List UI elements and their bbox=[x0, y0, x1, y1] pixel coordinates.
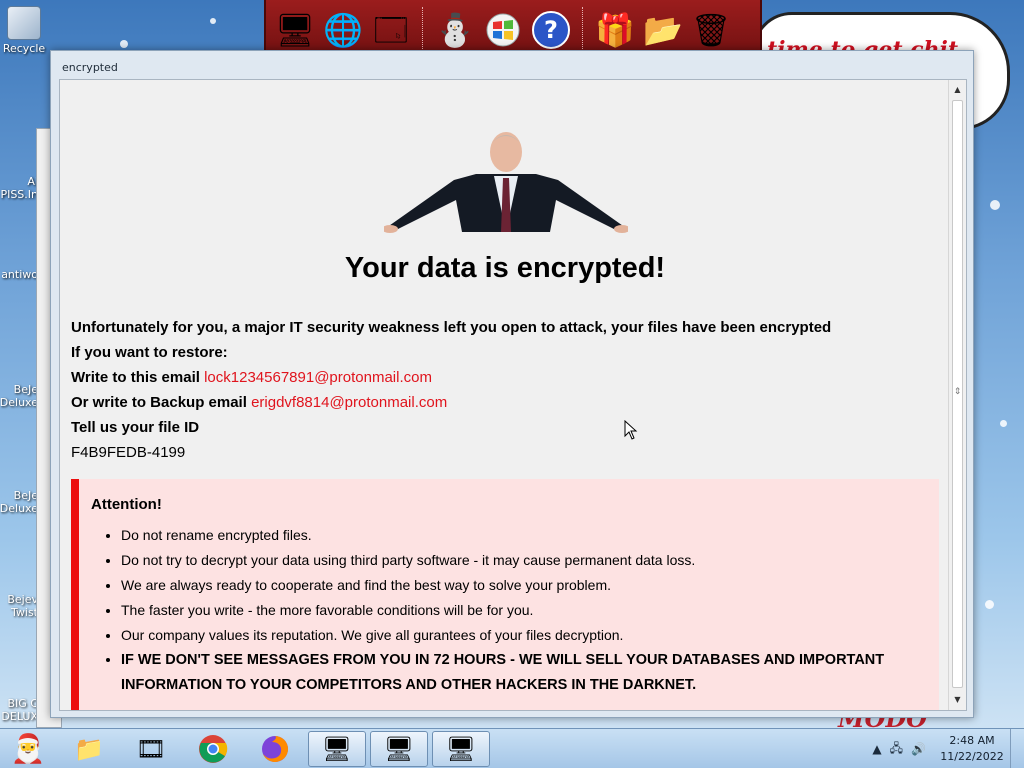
desktop-icon-label: Bejev Twist bbox=[7, 593, 38, 619]
desktop-icon-label: antiwo bbox=[1, 268, 38, 281]
desktop-icon-label: Al PISS.In bbox=[0, 175, 38, 201]
computer-icon: 🖥 bbox=[445, 734, 477, 763]
desktop-icon-bejeweled-twist[interactable]: Bejev Twist bbox=[0, 580, 38, 632]
scrollbar-thumb[interactable]: ⇕ bbox=[952, 100, 963, 688]
file-id-value: F4B9FEDB-4199 bbox=[71, 444, 186, 461]
toolbar-separator bbox=[422, 7, 424, 53]
folder-icon: 📁 bbox=[74, 734, 104, 763]
show-desktop-button[interactable] bbox=[1010, 729, 1024, 768]
backup-email-link[interactable]: erigdvf8814@protonmail.com bbox=[251, 394, 447, 411]
list-item: Do not try to decrypt your data using th… bbox=[121, 548, 939, 573]
desktop-icon-antiwo[interactable]: antiwo bbox=[0, 268, 38, 281]
snowflake bbox=[1000, 420, 1007, 427]
desktop-icon-label: Recycle bbox=[2, 42, 46, 55]
scroll-grip-icon: ⇕ bbox=[953, 387, 962, 397]
firefox-icon bbox=[262, 735, 288, 762]
system-tray: ▲ 🖧 🔊 2:48 AM 11/22/2022 bbox=[872, 729, 1024, 768]
window-title: encrypted bbox=[62, 61, 118, 74]
ransom-window: encrypted Your data is encrypted! Unfort… bbox=[50, 50, 974, 718]
attention-title: Attention! bbox=[91, 496, 162, 513]
recycle-bin-icon bbox=[7, 6, 41, 40]
list-item: The faster you write - the more favorabl… bbox=[121, 598, 939, 623]
attention-list: Do not rename encrypted files. Do not tr… bbox=[91, 523, 939, 698]
scroll-up-arrow-icon[interactable]: ▲ bbox=[949, 82, 966, 98]
message-block: Unfortunately for you, a major IT securi… bbox=[71, 315, 831, 465]
snowflake bbox=[210, 18, 216, 24]
taskbar-firefox[interactable] bbox=[246, 731, 304, 767]
start-button[interactable]: 🎅 bbox=[0, 729, 56, 768]
list-item: Do not rename encrypted files. bbox=[121, 523, 939, 548]
taskbar-media-player[interactable]: 🎞 bbox=[122, 731, 180, 767]
file-id-label: Tell us your file ID bbox=[71, 419, 200, 436]
computer-icon: 🖥 bbox=[383, 734, 415, 763]
santa-icon: 🎅 bbox=[10, 732, 46, 765]
man-in-suit-image bbox=[384, 132, 628, 233]
snowman-icon[interactable]: ⛄ bbox=[432, 6, 478, 54]
svg-text:?: ? bbox=[544, 16, 558, 44]
gift-icon[interactable]: 🎁 bbox=[592, 6, 638, 54]
page-title: Your data is encrypted! bbox=[344, 252, 666, 284]
taskbar-file-manager[interactable]: 📁 bbox=[60, 731, 118, 767]
recycle-bin-icon[interactable]: 🗑 bbox=[688, 6, 734, 54]
clock-date: 11/22/2022 bbox=[940, 750, 1004, 763]
desktop-icon-bejeweled-2[interactable]: BeJe Deluxe bbox=[0, 476, 38, 528]
vertical-scrollbar[interactable]: ▲ ⇕ ▼ bbox=[948, 80, 966, 710]
santa-computer-icon[interactable]: 🖥 bbox=[272, 6, 318, 54]
taskbar-chrome[interactable] bbox=[184, 731, 242, 767]
clock-time: 2:48 AM bbox=[949, 734, 995, 747]
control-panel-icon[interactable]: 🗔 bbox=[368, 6, 414, 54]
help-icon[interactable]: ? bbox=[528, 6, 574, 54]
desktop-icon-bejeweled-1[interactable]: BeJe Deluxe bbox=[0, 370, 38, 422]
list-item: Our company values its reputation. We gi… bbox=[121, 623, 939, 648]
taskbar: 🎅 📁 🎞 🖥 🖥 🖥 ▲ 🖧 🔊 2:48 AM 11/22/2022 bbox=[0, 728, 1024, 768]
video-icon: 🎞 bbox=[135, 734, 167, 763]
folder-icon[interactable]: 📂 bbox=[640, 6, 686, 54]
list-item: IF WE DON'T SEE MESSAGES FROM YOU IN 72 … bbox=[121, 648, 939, 698]
network-icon[interactable]: 🖧 bbox=[890, 739, 903, 760]
backup-email-label: Or write to Backup email bbox=[71, 394, 247, 411]
attention-box: Attention! Do not rename encrypted files… bbox=[71, 479, 939, 710]
computer-icon: 🖥 bbox=[321, 734, 353, 763]
globe-icon[interactable]: 🌐 bbox=[320, 6, 366, 54]
list-item: We are always ready to cooperate and fin… bbox=[121, 573, 939, 598]
snowflake bbox=[120, 40, 128, 48]
desktop-icon-label: BeJe Deluxe bbox=[0, 383, 38, 409]
windows-logo-icon[interactable] bbox=[480, 6, 526, 54]
email-label: Write to this email bbox=[71, 369, 200, 386]
volume-icon[interactable]: 🔊 bbox=[911, 742, 926, 756]
taskbar-app-1[interactable]: 🖥 bbox=[308, 730, 366, 767]
desktop-icon-recycle-bin[interactable]: Recycle bbox=[0, 6, 48, 55]
desktop-icon-label: BeJe Deluxe bbox=[0, 489, 38, 515]
window-content: Your data is encrypted! Unfortunately fo… bbox=[59, 79, 967, 711]
snowflake bbox=[990, 200, 1000, 210]
taskbar-app-2[interactable]: 🖥 bbox=[370, 730, 428, 767]
snowflake bbox=[985, 600, 994, 609]
taskbar-app-3[interactable]: 🖥 bbox=[432, 730, 490, 767]
clock[interactable]: 2:48 AM 11/22/2022 bbox=[934, 733, 1010, 765]
show-hidden-icons-icon[interactable]: ▲ bbox=[872, 742, 881, 756]
toolbar-separator bbox=[582, 7, 584, 53]
email-link[interactable]: lock1234567891@protonmail.com bbox=[204, 369, 432, 386]
chrome-icon bbox=[199, 734, 228, 763]
intro-text: Unfortunately for you, a major IT securi… bbox=[71, 319, 832, 336]
desktop-icon-label: BIG C DELUX bbox=[1, 697, 38, 723]
restore-label: If you want to restore: bbox=[71, 344, 228, 361]
desktop-icon-ai-piss[interactable]: Al PISS.In bbox=[0, 162, 38, 214]
mouse-cursor-icon bbox=[624, 420, 638, 440]
scroll-down-arrow-icon[interactable]: ▼ bbox=[949, 692, 966, 708]
